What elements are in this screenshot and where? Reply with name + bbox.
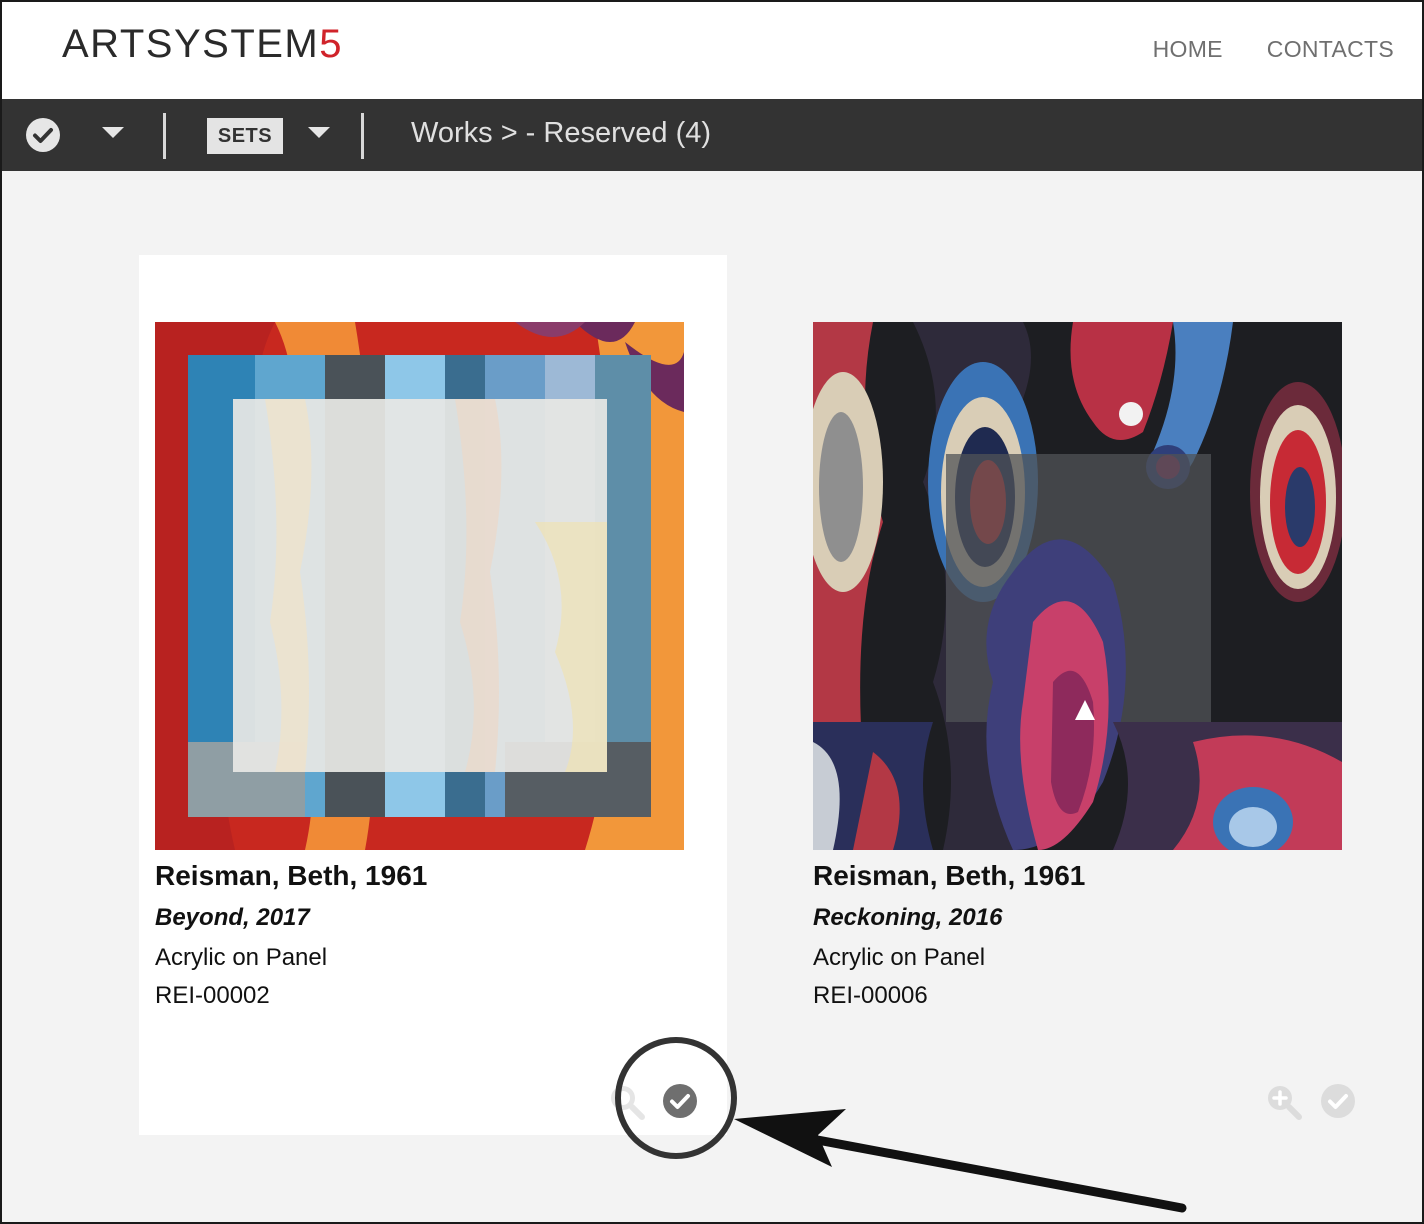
annotation-highlight-circle (615, 1037, 737, 1159)
artist-name[interactable]: Reisman, Beth, 1961 (155, 860, 715, 892)
nav-contacts-link[interactable]: CONTACTS (1267, 36, 1394, 63)
work-title[interactable]: Reckoning, 2016 (813, 904, 1373, 932)
breadcrumb[interactable]: Works > - Reserved (4) (411, 117, 711, 150)
logo-text: ARTSYSTEM (62, 22, 320, 66)
work-details: Reisman, Beth, 1961 Reckoning, 2016 Acry… (813, 860, 1373, 1010)
nav-home-link[interactable]: HOME (1153, 36, 1223, 63)
top-nav: HOME CONTACTS (1153, 36, 1394, 63)
sets-button[interactable]: SETS (207, 118, 283, 154)
annotation-arrow-icon (720, 1095, 1200, 1224)
logo-accent: 5 (319, 22, 343, 66)
toolbar-divider (163, 113, 166, 159)
work-code: REI-00006 (813, 982, 928, 1009)
toolbar-divider (361, 113, 364, 159)
artwork-image-beyond[interactable] (155, 322, 684, 850)
selection-dropdown-caret-icon[interactable] (101, 126, 125, 145)
work-medium: Acrylic on Panel (813, 944, 986, 971)
app-header: ARTSYSTEM5 HOME CONTACTS (0, 0, 1424, 99)
work-details: Reisman, Beth, 1961 Beyond, 2017 Acrylic… (155, 860, 715, 1010)
zoom-icon[interactable] (1265, 1083, 1303, 1121)
work-title[interactable]: Beyond, 2017 (155, 904, 715, 932)
work-code: REI-00002 (155, 982, 270, 1009)
artist-name[interactable]: Reisman, Beth, 1961 (813, 860, 1373, 892)
work-medium: Acrylic on Panel (155, 944, 328, 971)
sets-dropdown-caret-icon[interactable] (307, 126, 331, 145)
artwork-image-reckoning[interactable] (813, 322, 1342, 850)
select-all-check-icon[interactable] (25, 117, 61, 153)
select-check-icon[interactable] (1320, 1083, 1358, 1121)
logo[interactable]: ARTSYSTEM5 (62, 22, 343, 67)
